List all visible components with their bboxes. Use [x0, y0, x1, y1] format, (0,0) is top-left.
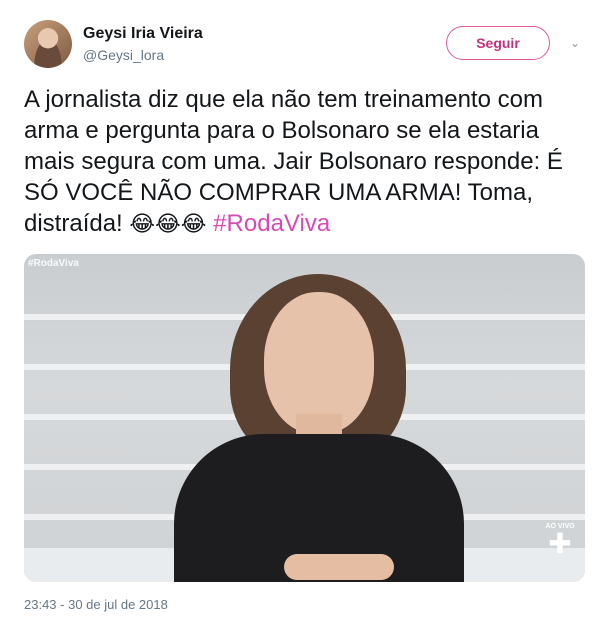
- tweet-timestamp[interactable]: 23:43 - 30 de jul de 2018: [24, 597, 168, 612]
- author-handle[interactable]: @Geysi_lora: [83, 47, 164, 63]
- chevron-down-icon[interactable]: ⌄: [568, 36, 582, 50]
- tv-cultura-logo: AO VIVO ✚: [543, 523, 577, 563]
- tweet-text: A jornalista diz que ela não tem treinam…: [24, 84, 590, 239]
- tweet-media[interactable]: #RodaViva AO VIVO ✚: [24, 254, 585, 582]
- tweet-emojis: 😂😂😂: [129, 211, 207, 236]
- follow-button[interactable]: Seguir: [446, 26, 550, 60]
- author-avatar[interactable]: [24, 20, 72, 68]
- presenter-hands: [284, 554, 394, 580]
- cross-logo-icon: ✚: [548, 528, 572, 559]
- media-hashtag-overlay: #RodaViva: [28, 258, 79, 269]
- presenter-face: [264, 292, 374, 434]
- hashtag-link[interactable]: #RodaViva: [213, 210, 330, 237]
- author-name[interactable]: Geysi Iria Vieira: [83, 25, 203, 43]
